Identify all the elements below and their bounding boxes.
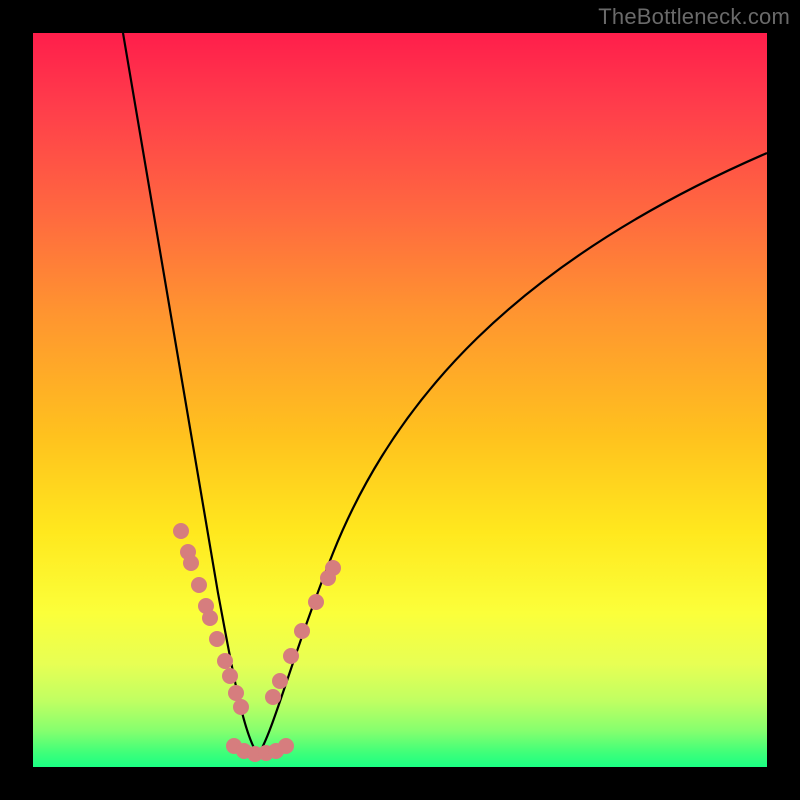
chart-frame: TheBottleneck.com (0, 0, 800, 800)
curve-layer (33, 33, 767, 767)
watermark-text: TheBottleneck.com (598, 4, 790, 30)
plot-area (33, 33, 767, 767)
marker-group (173, 523, 341, 762)
bottleneck-curve (123, 33, 767, 755)
